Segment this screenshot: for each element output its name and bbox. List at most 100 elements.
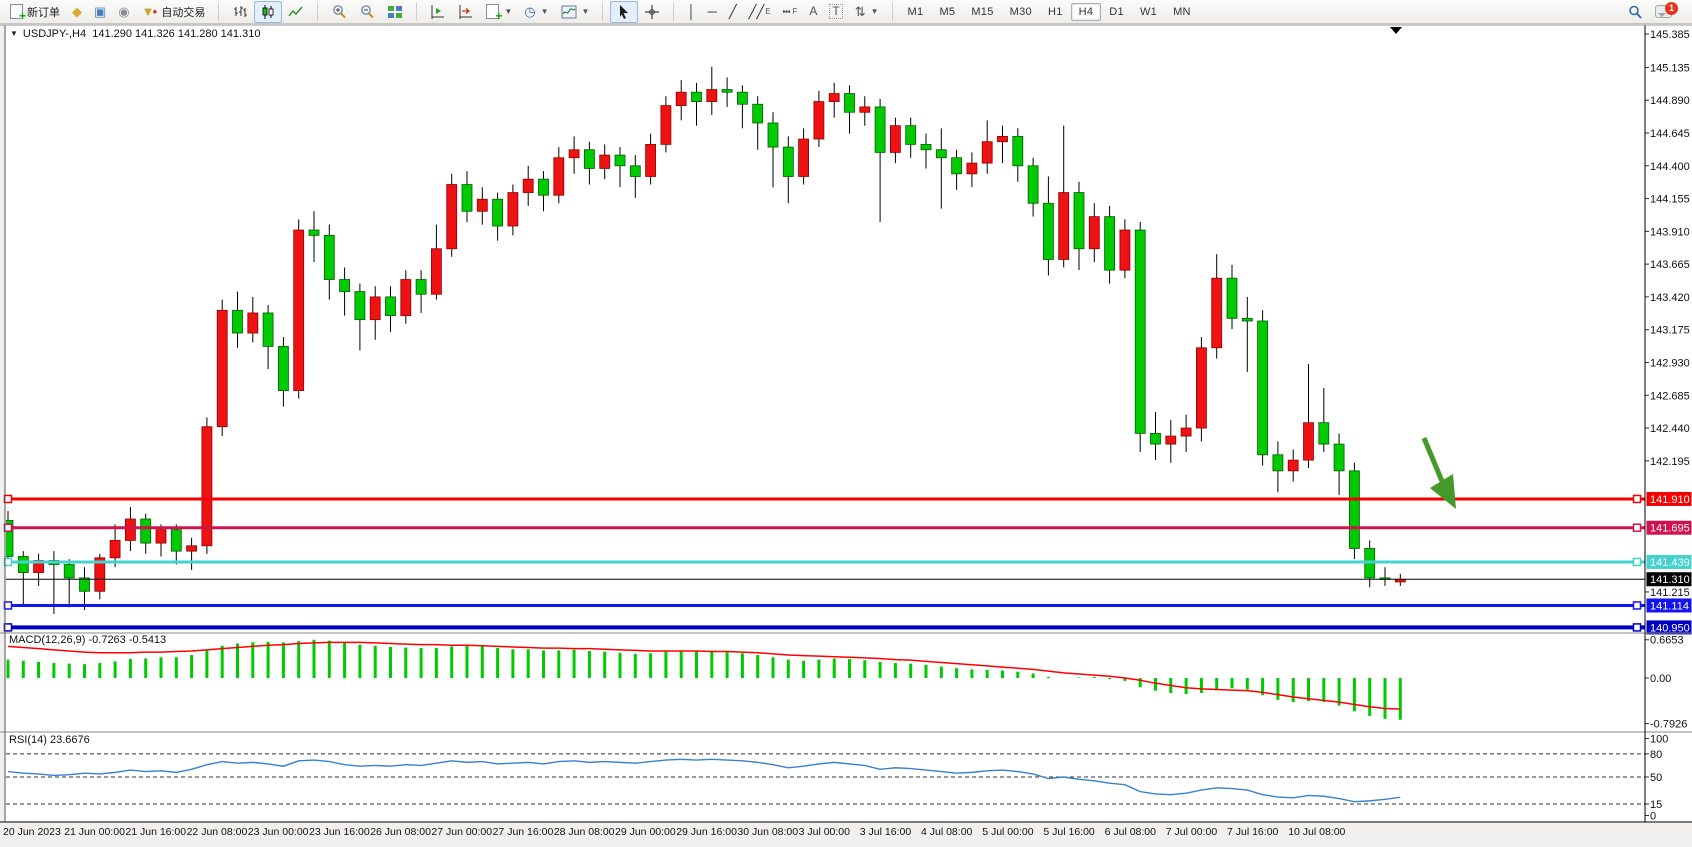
text-label-tool-button[interactable]: T xyxy=(823,1,848,22)
candle-body xyxy=(1166,436,1176,444)
price-tick-label: 142.440 xyxy=(1650,423,1690,435)
chat-bubble-icon: 1 xyxy=(1655,5,1672,18)
candle-body xyxy=(737,92,747,104)
new-order-button[interactable]: 新订单 xyxy=(4,1,66,23)
candle-body xyxy=(1349,471,1359,549)
deposit-button[interactable]: ◆ xyxy=(66,2,88,21)
tf-m5-button[interactable]: M5 xyxy=(931,3,963,21)
tf-h4-button[interactable]: H4 xyxy=(1071,3,1102,21)
candle-body xyxy=(1212,278,1222,348)
candle-body xyxy=(217,310,227,426)
tile-windows-button[interactable] xyxy=(381,1,409,23)
candle-body xyxy=(1013,136,1023,165)
text-icon: A xyxy=(809,5,817,18)
auto-trading-button[interactable]: ▼ ● 自动交易 xyxy=(136,1,212,23)
candle-body xyxy=(1089,217,1099,249)
hline-handle[interactable] xyxy=(5,495,12,502)
new-chart-button[interactable]: ▼ xyxy=(480,1,518,22)
chevron-down-icon: ▼ xyxy=(541,7,549,16)
candle-body xyxy=(569,150,579,158)
macd-signal-value: -0.5413 xyxy=(129,634,166,646)
hline-handle[interactable] xyxy=(5,558,12,565)
crosshair-tool-button[interactable] xyxy=(638,1,666,23)
candle-body xyxy=(1135,230,1145,433)
tf-d1-button[interactable]: D1 xyxy=(1101,3,1132,21)
tf-w1-button[interactable]: W1 xyxy=(1132,3,1165,21)
auto-scroll-button[interactable] xyxy=(424,1,452,23)
hline-handle[interactable] xyxy=(1634,624,1641,631)
tf-m15-button[interactable]: M15 xyxy=(963,3,1001,21)
chevron-down-icon: ▼ xyxy=(504,7,512,16)
time-axis-label: 3 Jul 16:00 xyxy=(860,826,912,838)
hline-handle[interactable] xyxy=(5,524,12,531)
tf-h1-button[interactable]: H1 xyxy=(1040,3,1071,21)
tf-m30-button[interactable]: M30 xyxy=(1002,3,1040,21)
hline-handle[interactable] xyxy=(1634,524,1641,531)
hline-handle[interactable] xyxy=(5,624,12,631)
text-tool-button[interactable]: A xyxy=(803,2,823,21)
time-axis-label: 6 Jul 08:00 xyxy=(1105,826,1157,838)
channel-tool-button[interactable]: ╱╱ E xyxy=(743,2,777,21)
candle-body xyxy=(1319,423,1329,444)
new-order-icon xyxy=(10,4,23,19)
trendline-tool-button[interactable]: ╱ xyxy=(723,2,743,21)
line-chart-mode-button[interactable] xyxy=(282,1,310,23)
cursor-icon xyxy=(616,4,632,20)
search-button[interactable] xyxy=(1621,1,1649,23)
fibonacci-icon: ┅ xyxy=(783,5,791,18)
candlestick-mode-button[interactable] xyxy=(254,1,282,23)
time-axis-label: 4 Jul 08:00 xyxy=(921,826,973,838)
arrows-tool-button[interactable]: ⇅ ▼ xyxy=(849,2,885,21)
candle-body xyxy=(1288,460,1298,471)
hline-handle[interactable] xyxy=(1634,495,1641,502)
chart-shift-icon xyxy=(458,4,474,20)
new-chart-icon xyxy=(486,4,499,19)
tf-mn-button[interactable]: MN xyxy=(1165,3,1199,21)
candle-body xyxy=(171,530,181,551)
price-tick-label: 145.385 xyxy=(1650,29,1690,41)
rsi-name: RSI(14) xyxy=(9,734,47,746)
time-axis-label: 21 Jun 16:00 xyxy=(125,826,186,838)
indicators-button[interactable]: ▼ xyxy=(555,1,596,23)
zoom-in-button[interactable] xyxy=(325,1,353,23)
time-axis-label: 30 Jun 08:00 xyxy=(737,826,798,838)
candle-body xyxy=(1258,321,1268,455)
candle-body xyxy=(386,297,396,316)
hline-handle[interactable] xyxy=(1634,602,1641,609)
candle-body xyxy=(493,199,503,226)
candle-body xyxy=(860,107,870,112)
hline-handle[interactable] xyxy=(5,602,12,609)
candle-body xyxy=(110,540,120,557)
candle-body xyxy=(646,144,656,176)
vertical-line-tool-button[interactable]: │ xyxy=(681,2,701,21)
crosshair-icon xyxy=(644,4,660,20)
fibonacci-tool-button[interactable]: ┅ F xyxy=(777,2,804,21)
zoom-out-button[interactable] xyxy=(353,1,381,23)
tf-m1-button[interactable]: M1 xyxy=(900,3,932,21)
candle-body xyxy=(1181,428,1191,436)
candle-body xyxy=(906,126,916,145)
candle-body xyxy=(1120,230,1130,270)
chart-shift-button[interactable] xyxy=(452,1,480,23)
candle-body xyxy=(630,166,640,177)
candle-body xyxy=(447,185,457,249)
notifications-button[interactable]: 1 xyxy=(1649,2,1678,21)
candle-body xyxy=(998,136,1008,141)
candle-body xyxy=(753,104,763,123)
candle-body xyxy=(1059,193,1069,260)
market-watch-window-button[interactable]: ▣ xyxy=(88,2,112,21)
candle-body xyxy=(814,102,824,139)
search-icon xyxy=(1627,4,1643,20)
cursor-tool-button[interactable] xyxy=(610,1,638,23)
hline-handle[interactable] xyxy=(1634,558,1641,565)
candle-body xyxy=(1242,318,1252,321)
bar-chart-mode-button[interactable] xyxy=(226,1,254,23)
candle-body xyxy=(722,90,732,93)
clock-icon: ◷ xyxy=(524,5,535,18)
price-tick-label: 142.930 xyxy=(1650,357,1690,369)
time-axis-label: 26 Jun 08:00 xyxy=(370,826,431,838)
period-button[interactable]: ◷ ▼ xyxy=(518,2,554,21)
collapse-triangle-icon[interactable]: ▼ xyxy=(10,29,18,38)
horizontal-line-tool-button[interactable]: ─ xyxy=(702,2,723,21)
signals-button[interactable]: ◉ xyxy=(112,2,135,21)
